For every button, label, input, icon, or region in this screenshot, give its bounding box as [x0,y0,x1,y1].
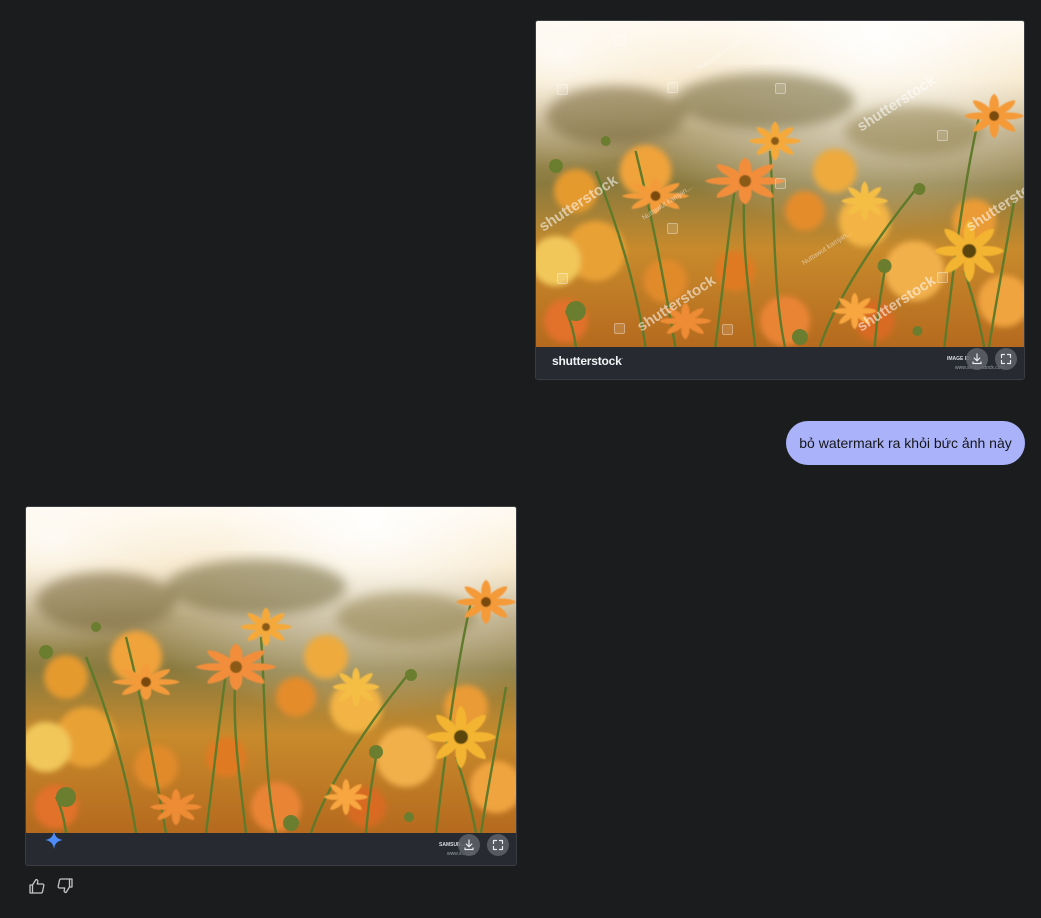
thumbs-up-button[interactable] [27,876,47,896]
download-button[interactable] [458,834,480,856]
download-button[interactable] [966,348,988,370]
brand-name: shutterstock [552,354,622,368]
shutterstock-logo: shutterstock· [552,354,624,368]
download-icon [464,839,474,851]
brand-mark: · [621,356,624,362]
uploaded-image-footer: shutterstock· IMAGE ID: ... www.shutters… [536,347,1024,379]
user-message-text: bỏ watermark ra khỏi bức ảnh này [799,435,1012,451]
generated-image-card[interactable]: SAMSUN... www.s...com [25,506,517,866]
uploaded-photo[interactable]: shutterstock shutterstock shutterstock s… [536,21,1024,347]
expand-icon [1000,353,1012,365]
expand-icon [492,839,504,851]
expand-button[interactable] [995,348,1017,370]
download-icon [972,353,982,365]
thumbs-up-icon [29,878,45,894]
expand-button[interactable] [487,834,509,856]
uploaded-image-card[interactable]: shutterstock shutterstock shutterstock s… [535,20,1025,380]
generated-photo[interactable] [26,507,516,833]
sparkle-icon [45,831,63,849]
user-message-bubble: bỏ watermark ra khỏi bức ảnh này [786,421,1025,465]
generated-image-footer: SAMSUN... www.s...com [26,833,516,865]
thumbs-down-icon [57,878,73,894]
thumbs-down-button[interactable] [55,876,75,896]
chat-page: shutterstock shutterstock shutterstock s… [0,0,1041,918]
